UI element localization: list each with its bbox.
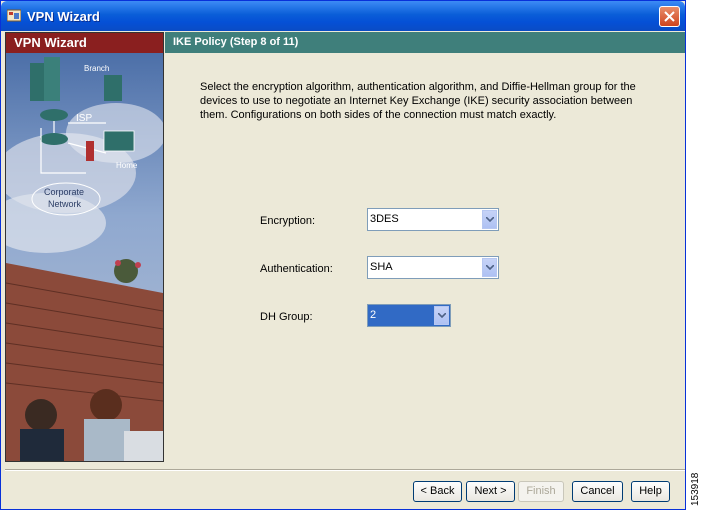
home-label: Home	[116, 161, 138, 170]
encryption-label: Encryption:	[260, 215, 316, 227]
step-title: IKE Policy (Step 8 of 11)	[165, 32, 685, 53]
isp-label: ISP	[76, 113, 92, 124]
authentication-select[interactable]: SHA	[367, 256, 499, 279]
dh-group-dropdown-button[interactable]	[434, 306, 449, 325]
wizard-banner: VPN Wizard Branch ISP Home Corporate Net…	[5, 32, 164, 462]
authentication-dropdown-button[interactable]	[482, 258, 497, 277]
encryption-dropdown-button[interactable]	[482, 210, 497, 229]
footer-separator	[5, 469, 685, 471]
branch-label: Branch	[84, 64, 109, 73]
network-illustration: Branch ISP Home Corporate Network	[6, 53, 163, 461]
close-icon	[664, 11, 675, 22]
wizard-banner-title: VPN Wizard	[6, 33, 163, 53]
app-icon	[7, 9, 21, 22]
figure-number-text: 153918	[690, 472, 701, 506]
ike-policy-form: Select the encryption algorithm, authent…	[165, 53, 685, 462]
corporate-label: Corporate	[44, 187, 84, 197]
vpn-wizard-window: VPN Wizard VPN Wizard Branch ISP Home Co…	[0, 0, 686, 510]
ike-description: Select the encryption algorithm, authent…	[200, 81, 636, 121]
dh-group-value: 2	[370, 309, 377, 321]
close-button[interactable]	[659, 6, 680, 27]
back-button[interactable]: < Back	[413, 481, 462, 502]
chevron-down-icon	[438, 313, 446, 318]
title-bar[interactable]: VPN Wizard	[1, 1, 685, 31]
cancel-button[interactable]: Cancel	[572, 481, 623, 502]
figure-number: 153918	[690, 472, 701, 506]
authentication-label: Authentication:	[260, 263, 333, 275]
dh-group-select[interactable]: 2	[367, 304, 451, 327]
encryption-value: 3DES	[370, 213, 399, 225]
chevron-down-icon	[486, 265, 494, 270]
finish-button: Finish	[518, 481, 564, 502]
dh-group-label: DH Group:	[260, 311, 313, 323]
authentication-value: SHA	[370, 261, 393, 273]
window-title: VPN Wizard	[27, 9, 100, 24]
next-button[interactable]: Next >	[466, 481, 515, 502]
chevron-down-icon	[486, 217, 494, 222]
encryption-select[interactable]: 3DES	[367, 208, 499, 231]
help-button[interactable]: Help	[631, 481, 670, 502]
network-label: Network	[48, 199, 82, 209]
